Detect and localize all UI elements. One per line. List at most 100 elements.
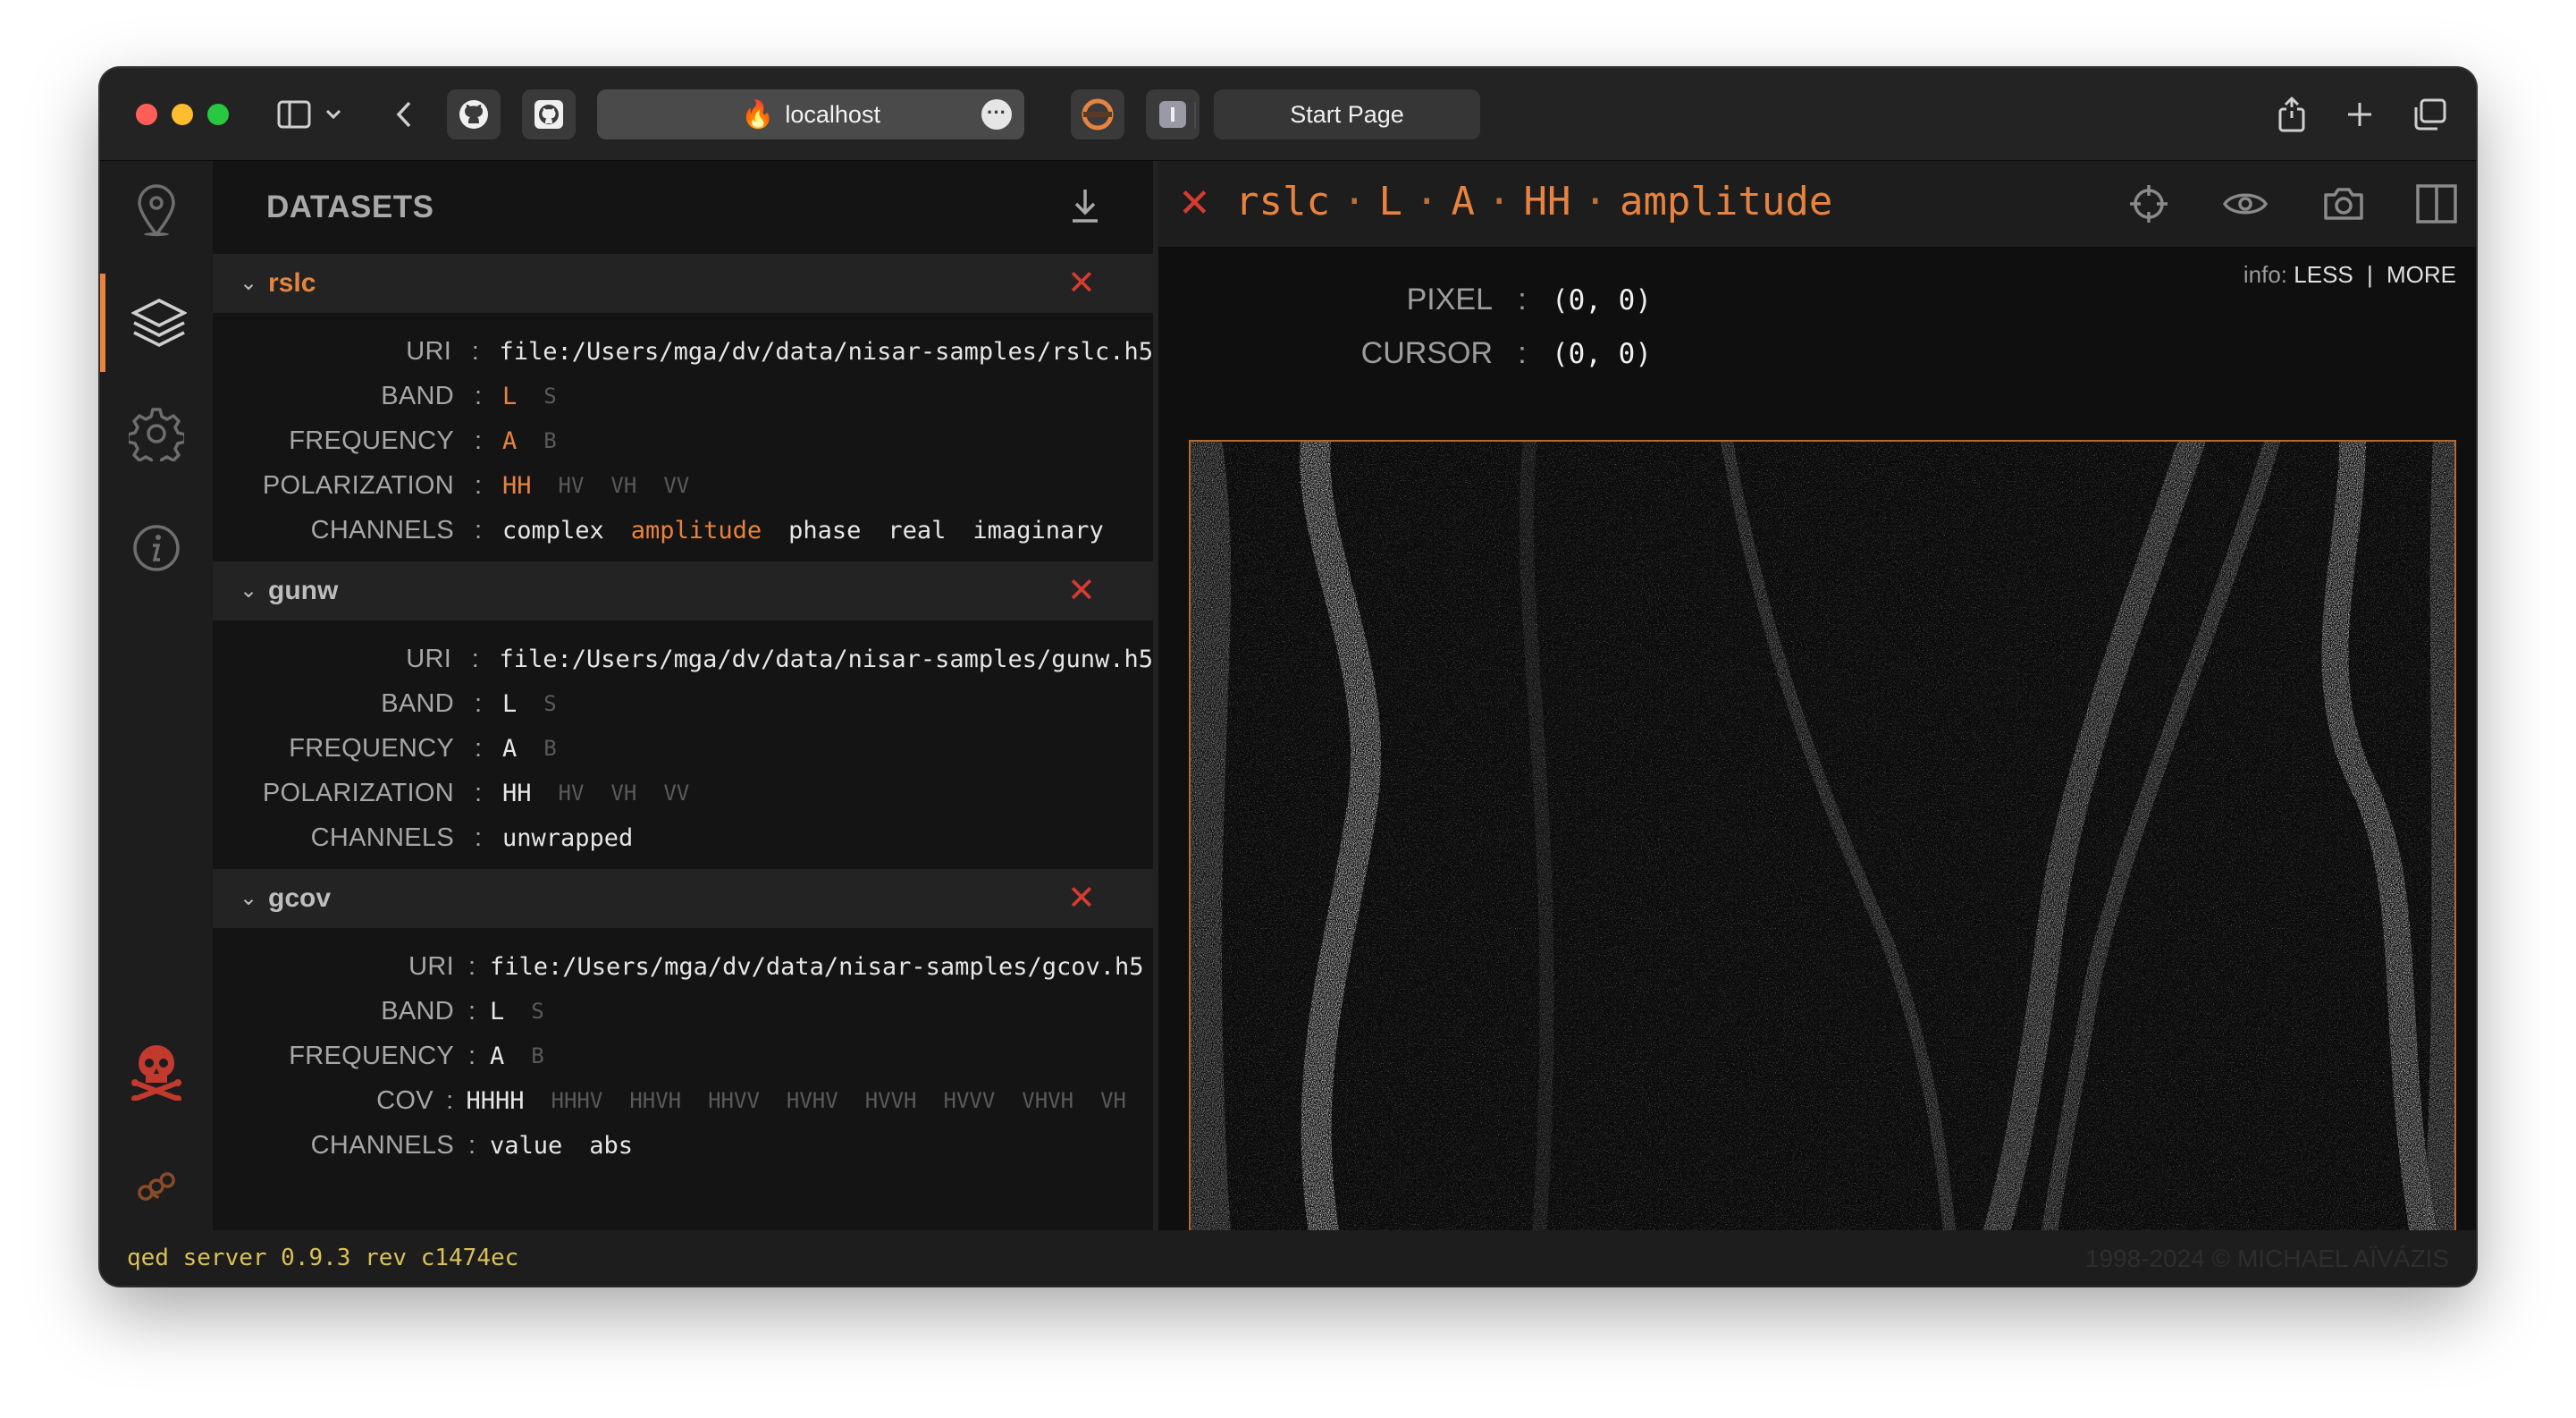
crumb-polarization[interactable]: HH — [1523, 179, 1570, 224]
frequency-option[interactable]: B — [543, 428, 556, 453]
frequency-option[interactable]: A — [490, 1042, 504, 1070]
crumb-frequency[interactable]: A — [1451, 179, 1475, 224]
camera-icon[interactable] — [2320, 181, 2367, 227]
band-row: BAND: L S — [213, 989, 1153, 1034]
close-dataset-icon[interactable]: ✕ — [1067, 882, 1096, 916]
polarization-option[interactable]: HV — [559, 473, 585, 498]
more-options-icon[interactable]: ··· — [981, 99, 1012, 130]
frequency-option[interactable]: B — [543, 736, 556, 761]
orange-ring-extension-button[interactable] — [1071, 89, 1124, 139]
pixel-label: PIXEL — [1406, 283, 1493, 317]
minimize-window-button[interactable] — [172, 104, 193, 125]
chevron-down-icon[interactable]: ⌄ — [240, 578, 257, 603]
crumb-dataset[interactable]: rslc — [1235, 179, 1330, 224]
cov-option[interactable]: HVVV — [944, 1088, 996, 1113]
share-icon[interactable] — [2274, 93, 2310, 136]
crumb-channel[interactable]: amplitude — [1620, 179, 1832, 224]
dataset-header-rslc[interactable]: ⌄ rslc ✕ — [213, 254, 1153, 313]
polarization-row: POLARIZATION: HH HV VH VV — [213, 771, 1153, 815]
cov-option[interactable]: HHVH — [629, 1088, 681, 1113]
polarization-row: POLARIZATION: HH HV VH VV — [213, 463, 1153, 508]
sidebar-item-about[interactable] — [100, 499, 213, 597]
band-option[interactable]: S — [543, 384, 556, 409]
close-window-button[interactable] — [136, 104, 157, 125]
band-option[interactable]: L — [502, 690, 517, 718]
cov-option[interactable]: HHHH — [466, 1087, 524, 1115]
cov-option[interactable]: HVVH — [865, 1088, 917, 1113]
ring-icon — [1082, 98, 1114, 131]
tab-overview-icon[interactable] — [2410, 93, 2449, 136]
cov-option[interactable]: VH — [1100, 1088, 1126, 1113]
cov-label: COV — [376, 1085, 434, 1115]
dataset-header-gunw[interactable]: ⌄ gunw ✕ — [213, 561, 1153, 620]
sidebar-item-logo[interactable] — [100, 1137, 213, 1236]
tab-start-page[interactable]: Start Page — [1214, 89, 1480, 139]
toolbar-separator — [1194, 102, 1196, 129]
channel-option[interactable]: imaginary — [972, 517, 1103, 544]
polarization-option[interactable]: HV — [559, 781, 585, 806]
cov-option[interactable]: HVHV — [787, 1088, 838, 1113]
polarization-option[interactable]: HH — [502, 472, 532, 500]
frequency-option[interactable]: B — [531, 1043, 543, 1068]
close-viewer-icon[interactable]: ✕ — [1178, 181, 1211, 226]
crosshair-icon[interactable] — [2126, 181, 2172, 227]
info-less-link[interactable]: LESS — [2294, 261, 2353, 288]
cov-option[interactable]: HHHV — [551, 1088, 603, 1113]
tab-start-page-label: Start Page — [1290, 100, 1404, 128]
github-square-icon — [535, 100, 563, 129]
frequency-option[interactable]: A — [502, 735, 517, 763]
sar-image-viewport[interactable] — [1189, 440, 2456, 1236]
qed-logo-icon — [138, 1172, 175, 1201]
polarization-option[interactable]: HH — [502, 780, 532, 807]
info-more-link[interactable]: MORE — [2387, 261, 2456, 288]
chevron-down-icon[interactable]: ⌄ — [240, 270, 257, 296]
back-icon[interactable] — [388, 93, 420, 136]
info-extension-button[interactable] — [1146, 89, 1200, 139]
polarization-option[interactable]: VV — [663, 473, 689, 498]
sidebar-item-location[interactable] — [100, 161, 213, 259]
sidebar-item-datasets[interactable] — [100, 274, 213, 372]
polarization-option[interactable]: VH — [610, 473, 636, 498]
band-option[interactable]: S — [543, 691, 556, 716]
polarization-option[interactable]: VH — [610, 781, 636, 806]
cov-option[interactable]: VHVH — [1022, 1088, 1073, 1113]
zoom-window-button[interactable] — [207, 104, 229, 125]
sidebar-item-settings[interactable] — [100, 384, 213, 483]
github-extension-button[interactable] — [447, 89, 501, 139]
split-view-icon[interactable] — [2413, 181, 2460, 227]
channel-option[interactable]: phase — [788, 517, 861, 544]
channel-option[interactable]: unwrapped — [502, 824, 633, 852]
chevron-down-icon[interactable] — [322, 93, 345, 136]
download-icon[interactable] — [1069, 188, 1101, 228]
close-dataset-icon[interactable]: ✕ — [1067, 574, 1096, 608]
cov-option[interactable]: HHVV — [708, 1088, 760, 1113]
channel-option[interactable]: real — [888, 517, 946, 544]
new-tab-icon[interactable] — [2342, 93, 2378, 136]
frequency-option[interactable]: A — [502, 427, 517, 455]
band-option[interactable]: L — [490, 998, 504, 1026]
address-bar[interactable]: 🔥 localhost ··· — [597, 89, 1024, 139]
channel-option[interactable]: value — [490, 1132, 562, 1160]
uri-row: URI: file:/Users/mga/dv/data/nisar-sampl… — [213, 329, 1153, 374]
channel-option[interactable]: complex — [502, 517, 604, 544]
channel-option[interactable]: amplitude — [631, 517, 762, 544]
sidebar-toggle-icon[interactable] — [274, 93, 315, 136]
band-option[interactable]: S — [531, 999, 543, 1024]
colon: : — [474, 515, 483, 544]
band-option[interactable]: L — [502, 383, 517, 410]
info-level-toggle: info: LESS | MORE — [2243, 261, 2456, 289]
uri-value: file:/Users/mga/dv/data/nisar-samples/gu… — [499, 645, 1154, 673]
eye-icon[interactable] — [2222, 181, 2269, 227]
github-alt-extension-button[interactable] — [522, 89, 576, 139]
address-text: localhost — [785, 100, 880, 128]
channel-option[interactable]: abs — [589, 1132, 633, 1160]
colon: : — [474, 381, 483, 410]
chevron-down-icon[interactable]: ⌄ — [240, 885, 257, 911]
polarization-option[interactable]: VV — [663, 781, 689, 806]
close-dataset-icon[interactable]: ✕ — [1067, 266, 1096, 300]
uri-value: file:/Users/mga/dv/data/nisar-samples/rs… — [499, 337, 1154, 366]
crumb-band[interactable]: L — [1378, 179, 1402, 224]
dataset-header-gcov[interactable]: ⌄ gcov ✕ — [213, 869, 1153, 928]
server-version: qed server 0.9.3 rev c1474ec — [127, 1245, 519, 1271]
sidebar-item-kill-server[interactable] — [100, 1023, 213, 1121]
